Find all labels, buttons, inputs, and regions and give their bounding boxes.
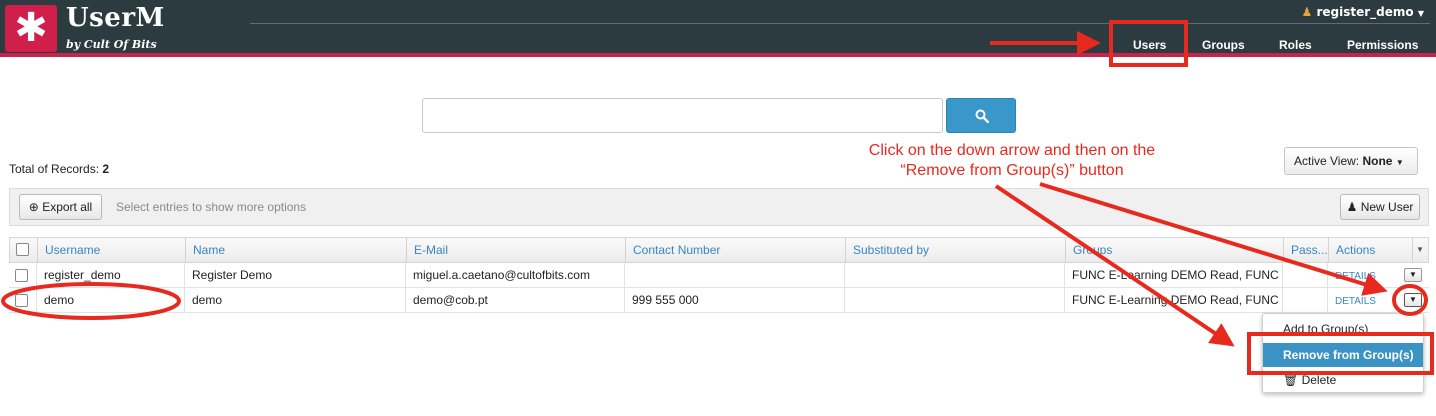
remove-item-highlight [1247,332,1434,375]
arrow-to-remove-item [994,184,1235,347]
annotation-overlay [1,20,1434,375]
users-tab-highlight [1109,20,1188,67]
arrow-to-down-arrow [1039,182,1388,296]
down-arrow-highlight [1392,284,1428,316]
demo-row-highlight [1,282,181,320]
